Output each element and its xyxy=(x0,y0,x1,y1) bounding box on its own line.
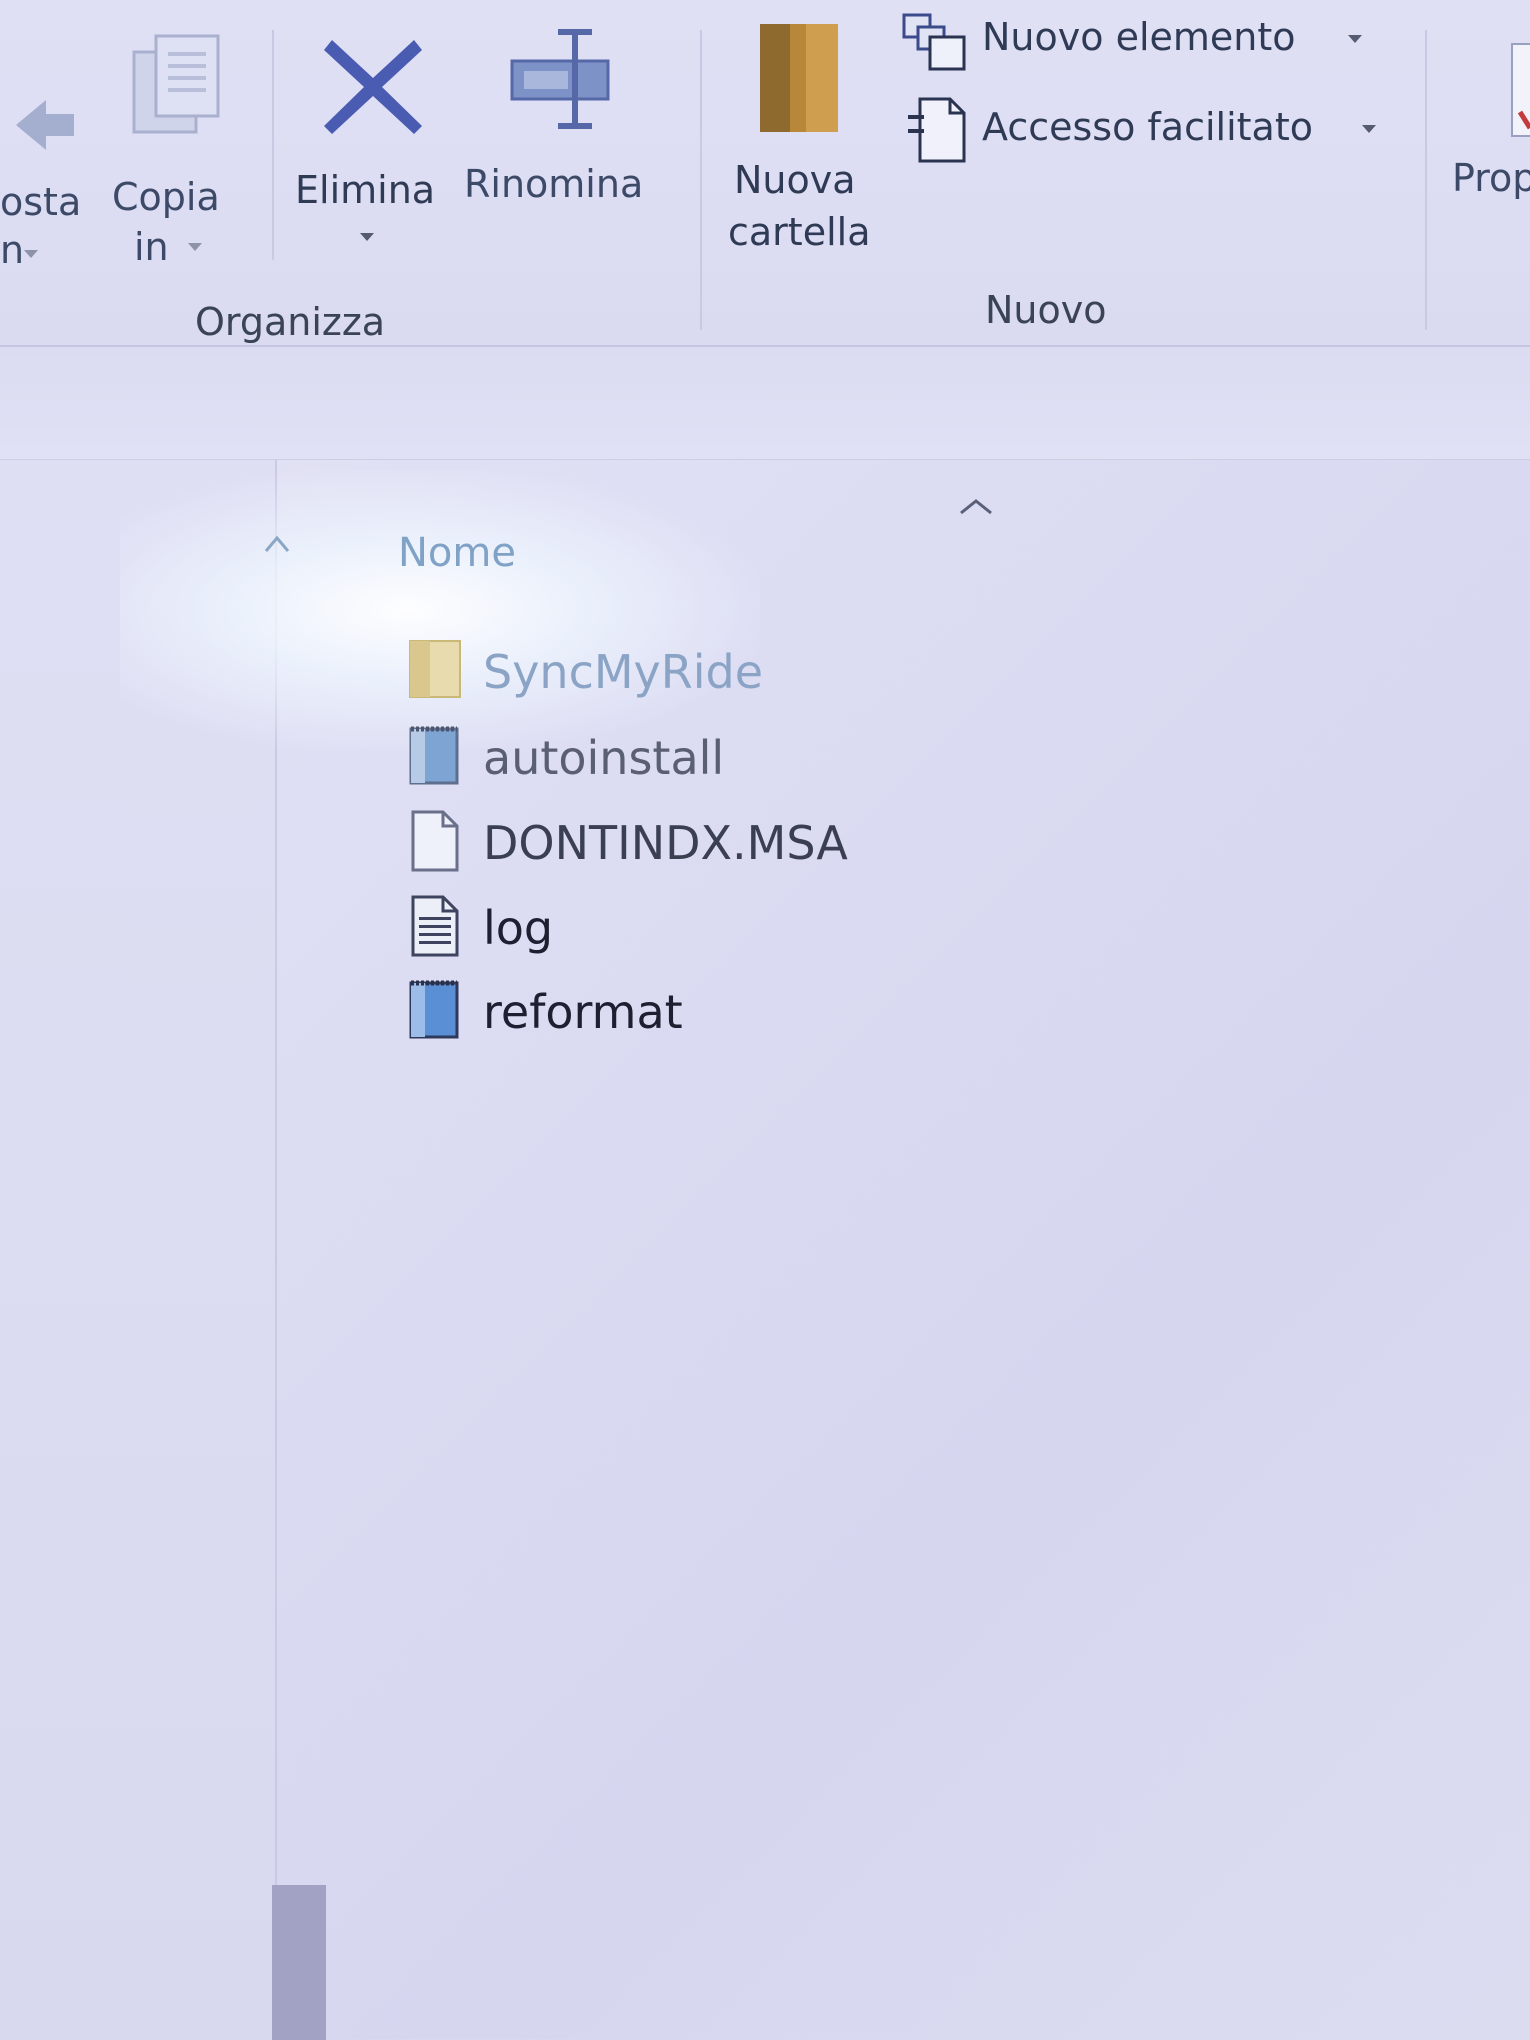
list-item-reformat[interactable]: reformat xyxy=(405,977,1105,1047)
list-item-dontindx[interactable]: DONTINDX.MSA xyxy=(405,808,1105,878)
file-name: DONTINDX.MSA xyxy=(483,816,848,870)
copy-to-caret xyxy=(188,243,202,251)
ribbon-separator xyxy=(700,30,702,330)
copy-to-button[interactable]: Copia in xyxy=(108,0,238,270)
new-item-label: Nuovo elemento xyxy=(982,15,1296,59)
delete-x-icon xyxy=(324,40,422,134)
group-label-new: Nuovo xyxy=(985,288,1107,332)
folder-icon xyxy=(409,640,461,698)
new-folder-button[interactable]: Nuova cartella xyxy=(720,0,890,270)
new-item-icon xyxy=(902,13,966,71)
screen-glare xyxy=(120,470,760,750)
back-arrow-icon xyxy=(16,100,74,150)
list-item-syncmyride[interactable]: SyncMyRide xyxy=(405,637,1105,707)
properties-icon xyxy=(1511,43,1530,137)
ribbon-separator xyxy=(1425,30,1427,330)
easy-access-button[interactable]: Accesso facilitato xyxy=(900,95,1380,165)
easy-access-icon xyxy=(908,97,966,163)
file-name: autoinstall xyxy=(483,731,725,785)
delete-caret xyxy=(360,233,374,241)
chevron-up-icon[interactable] xyxy=(958,498,994,516)
script-file-icon xyxy=(409,726,459,785)
sort-up-icon[interactable] xyxy=(264,535,290,553)
blank-file-icon xyxy=(411,810,459,872)
paste-caret xyxy=(24,250,38,258)
file-name: log xyxy=(483,901,554,955)
rename-icon xyxy=(510,29,610,129)
list-item-log[interactable]: log xyxy=(405,893,1105,963)
copy-to-label-line2: in xyxy=(134,225,169,269)
copy-to-label: Copia xyxy=(112,175,220,219)
text-file-icon xyxy=(411,895,459,957)
file-name: SyncMyRide xyxy=(483,645,764,699)
properties-label: Prop xyxy=(1452,156,1530,200)
paste-label: osta xyxy=(0,180,82,224)
list-item-autoinstall[interactable]: autoinstall xyxy=(405,723,1105,793)
scrollbar-thumb[interactable] xyxy=(272,1885,326,2040)
file-name: reformat xyxy=(483,985,683,1039)
new-folder-label-line2: cartella xyxy=(728,210,871,254)
new-item-caret xyxy=(1348,35,1362,43)
column-header-name[interactable]: Nome xyxy=(398,530,516,576)
ribbon-separator xyxy=(272,30,274,260)
group-label-organize: Organizza xyxy=(195,300,386,344)
easy-access-caret xyxy=(1362,125,1376,133)
paste-button[interactable]: osta n xyxy=(0,0,100,272)
new-folder-label: Nuova xyxy=(734,158,856,202)
properties-button[interactable]: Prop xyxy=(1440,0,1530,270)
folder-icon xyxy=(760,24,838,132)
delete-label: Elimina xyxy=(295,168,436,212)
copy-icon xyxy=(132,34,220,134)
new-item-button[interactable]: Nuovo elemento xyxy=(900,5,1380,75)
paste-label-line2: n xyxy=(0,228,25,272)
address-bar-area xyxy=(0,347,1530,460)
script-file-icon xyxy=(409,980,459,1039)
rename-label: Rinomina xyxy=(464,162,644,206)
easy-access-label: Accesso facilitato xyxy=(982,105,1313,149)
ribbon: osta n Copia in Elimina Rinomina Nuova c… xyxy=(0,0,1530,347)
delete-button[interactable]: Elimina xyxy=(290,0,440,270)
rename-button[interactable]: Rinomina xyxy=(460,0,670,230)
